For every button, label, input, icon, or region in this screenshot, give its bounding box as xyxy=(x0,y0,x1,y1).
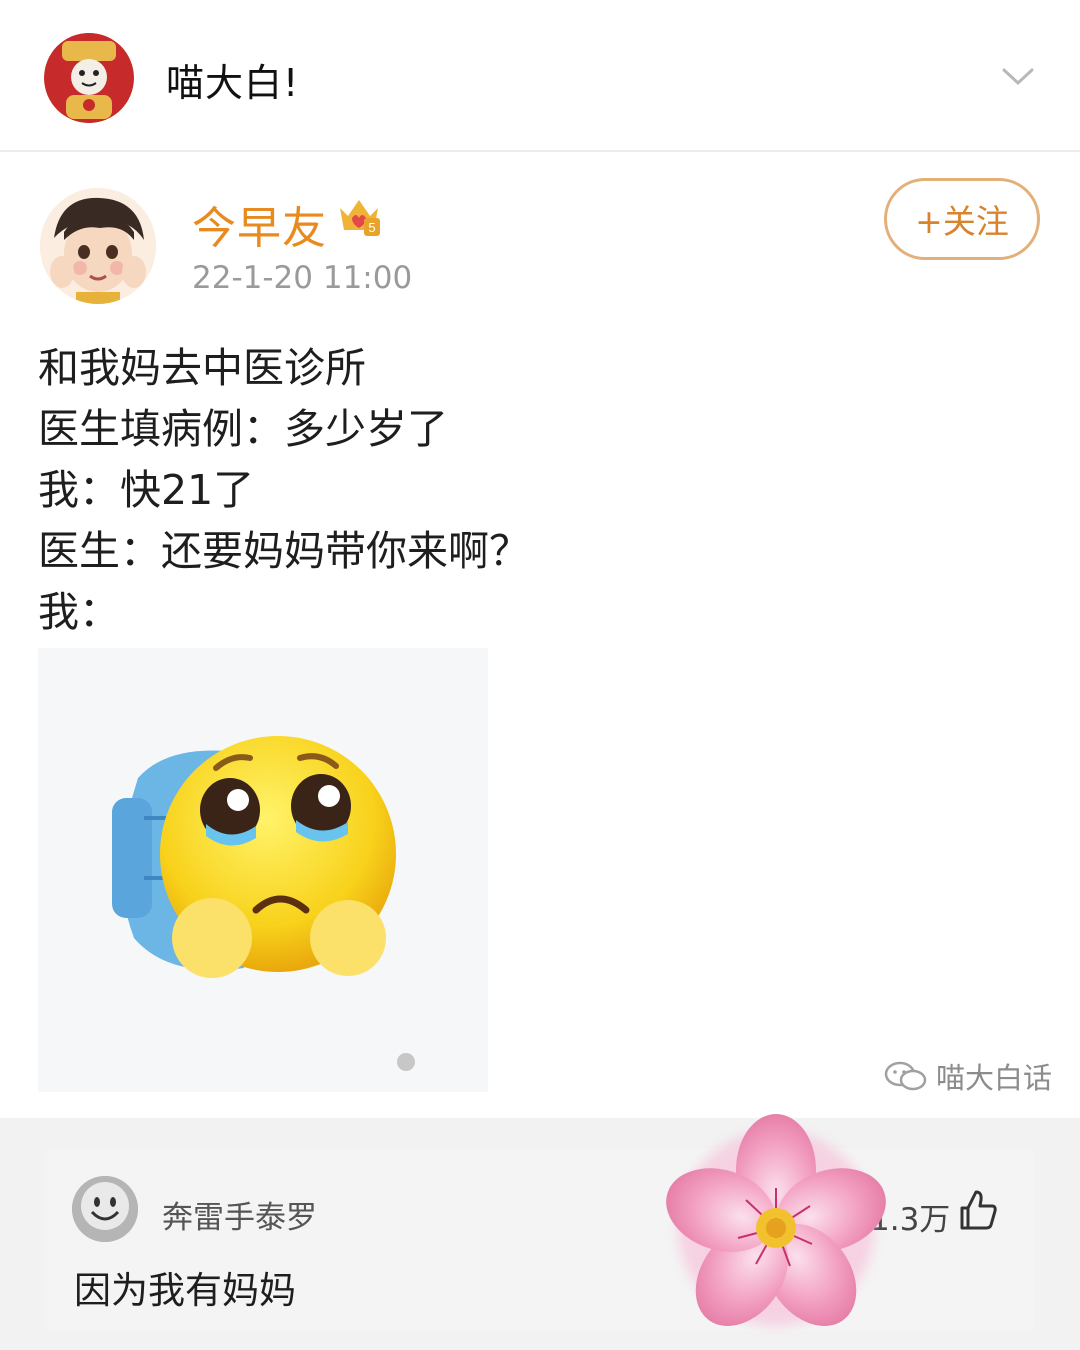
post-line: 医生：还要妈妈带你来啊？ xyxy=(38,527,530,575)
follow-button[interactable]: +关注 xyxy=(884,178,1040,260)
post-card: 今早友 5 22-1-20 11:00 +关注 和我妈去中医诊所 医生填病例：多… xyxy=(0,152,1080,1118)
watermark: 喵大白话 xyxy=(884,1055,1052,1097)
post-body: 和我妈去中医诊所 医生填病例：多少岁了 我：快21了 医生：还要妈妈带你来啊？ … xyxy=(38,338,1038,643)
comment-avatar[interactable] xyxy=(72,1176,138,1242)
thumbs-up-icon[interactable] xyxy=(958,1188,998,1232)
account-name[interactable]: 喵大白! xyxy=(166,52,299,107)
post-author-avatar[interactable] xyxy=(40,188,156,304)
post-image[interactable] xyxy=(38,648,488,1092)
avatar-icon[interactable] xyxy=(44,33,134,123)
post-line: 医生填病例：多少岁了 xyxy=(38,405,448,453)
post-timestamp: 22-1-20 11:00 xyxy=(192,260,413,296)
comment-author[interactable]: 奔雷手泰罗 xyxy=(162,1192,317,1237)
post-line: 我：快21了 xyxy=(38,466,255,514)
svg-text:5: 5 xyxy=(368,220,375,235)
post-line: 我： xyxy=(38,588,120,636)
comment-text: 因为我有妈妈 xyxy=(74,1269,296,1312)
top-bar: 喵大白! xyxy=(0,0,1080,152)
post-author-name[interactable]: 今早友 xyxy=(192,192,327,256)
cherry-blossom-icon xyxy=(666,1114,886,1326)
vip-crown-badge-icon: 5 xyxy=(340,200,380,236)
watermark-text: 喵大白话 xyxy=(936,1061,1053,1095)
crying-emoji-with-backpack-icon xyxy=(38,648,488,1092)
chevron-down-icon[interactable] xyxy=(1000,58,1036,94)
wechat-icon xyxy=(884,1061,927,1091)
post-line: 和我妈去中医诊所 xyxy=(38,344,366,392)
